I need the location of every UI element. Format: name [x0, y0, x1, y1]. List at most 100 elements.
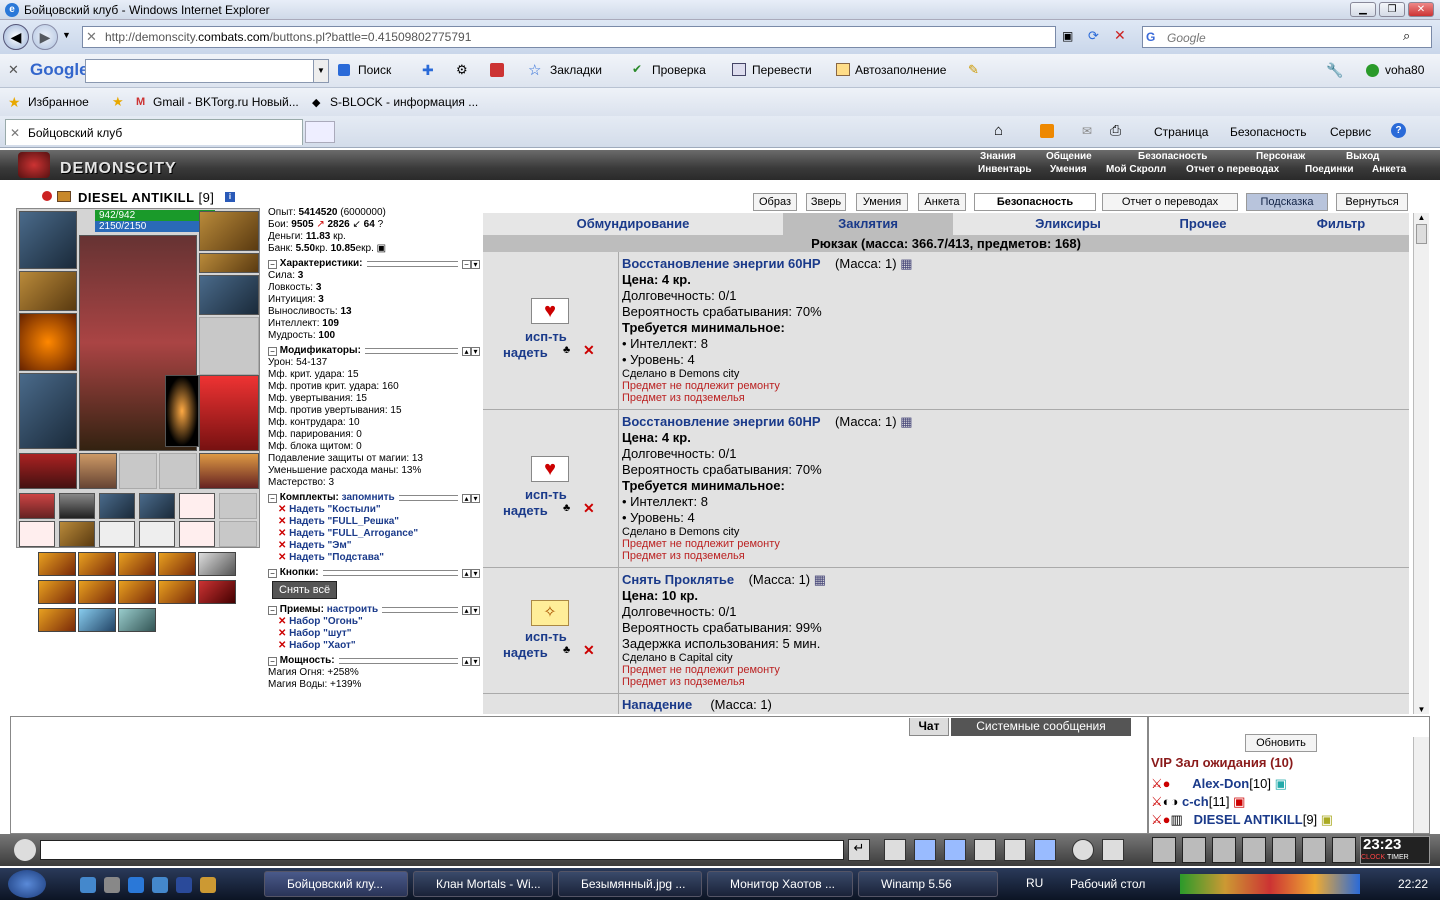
taskbar-item[interactable]: Winamp 5.56 [858, 871, 998, 897]
amulet-slot[interactable] [79, 453, 117, 489]
menu-character[interactable]: Персонаж [1256, 151, 1305, 163]
scroll-slot-4[interactable] [139, 493, 175, 519]
tab-filter[interactable]: Фильтр [1273, 213, 1409, 235]
compat-view-icon[interactable]: ▣ [1062, 29, 1073, 43]
save-icon[interactable] [944, 839, 966, 861]
info-icon[interactable]: ▣ [1321, 812, 1333, 827]
favorite-link-sblock[interactable]: S-BLOCK - информация ... [330, 95, 478, 109]
info-icon[interactable]: i [225, 192, 235, 202]
home-icon[interactable]: ⌂ [994, 122, 1003, 139]
word-icon[interactable] [176, 877, 192, 893]
mask-icon[interactable] [1212, 837, 1236, 863]
skill-icon[interactable] [118, 608, 156, 632]
clear-icon[interactable] [884, 839, 906, 861]
hint-button[interactable]: Подсказка [1246, 193, 1328, 211]
shirt-icon[interactable]: ♣ [563, 502, 570, 514]
gloves-slot[interactable] [199, 275, 259, 315]
delete-icon[interactable]: ✕ [583, 500, 595, 517]
close-toolbar-icon[interactable]: ✕ [8, 62, 19, 78]
remember-set-link[interactable]: запомнить [342, 492, 395, 504]
refresh-button[interactable]: Обновить [1245, 734, 1317, 752]
skill-icon[interactable] [198, 580, 236, 604]
scroll-up-icon[interactable]: ▲ [1414, 213, 1429, 222]
translate-button[interactable]: Перевести [752, 63, 812, 77]
mail-icon[interactable]: ✉ [1082, 124, 1092, 138]
info-icon[interactable]: ▣ [1275, 776, 1287, 791]
bookmarks-button[interactable]: Закладки [550, 63, 602, 77]
online-scrollbar[interactable] [1413, 737, 1429, 833]
section-power[interactable]: − Мощность: ▴ ▾ [268, 655, 480, 667]
ie-quicklaunch-icon[interactable] [128, 877, 144, 893]
help-icon[interactable]: ? [1391, 123, 1406, 138]
shirt-icon[interactable]: ♣ [563, 644, 570, 656]
skill-icon[interactable] [158, 580, 196, 604]
add-favorite-icon[interactable]: ★ [112, 94, 124, 110]
empty-slot-2[interactable] [159, 453, 197, 489]
pet-button[interactable]: Зверь [806, 193, 846, 211]
transfer-report-button[interactable]: Отчет о переводах [1102, 193, 1238, 211]
favorite-link-gmail[interactable]: Gmail - BKTorg.ru Новый... [153, 95, 299, 109]
section-modifiers[interactable]: − Модификаторы: ▴ ▾ [268, 345, 480, 357]
bracers-slot[interactable] [19, 271, 77, 311]
forward-button[interactable]: ▶ [32, 24, 58, 50]
menu-exit[interactable]: Выход [1346, 151, 1379, 163]
search-box[interactable]: Google [1142, 26, 1432, 48]
history-dropdown-icon[interactable]: ▼ [62, 30, 71, 40]
wear-link[interactable]: надеть [503, 503, 548, 518]
skill-icon[interactable] [198, 552, 236, 576]
scroll-slot-6[interactable] [219, 493, 257, 519]
refresh-icon[interactable]: ⟳ [1088, 28, 1099, 44]
item-name[interactable]: Восстановление энергии 60HP [622, 414, 821, 429]
menu-skills[interactable]: Умения [1050, 164, 1087, 176]
menu-inventory[interactable]: Инвентарь [978, 164, 1032, 176]
google-user[interactable]: voha80 [1385, 63, 1424, 77]
autofill-button[interactable]: Автозаполнение [855, 63, 946, 77]
menu-transfer-report[interactable]: Отчет о переводах [1186, 164, 1279, 176]
skill-icon[interactable] [78, 580, 116, 604]
trick-set-link[interactable]: ✕ Набор "шут" [278, 628, 480, 640]
chat-input[interactable] [40, 840, 844, 860]
maximize-button[interactable]: ❐ [1379, 2, 1405, 17]
back-button[interactable]: ◀ [3, 24, 29, 50]
new-tab-button[interactable] [305, 121, 335, 143]
player-row[interactable]: ⚔◐◑ c-ch[11] ▣ [1151, 793, 1411, 811]
flag-icon[interactable] [1302, 837, 1326, 863]
delete-icon[interactable]: ✕ [583, 642, 595, 659]
menu-knowledge[interactable]: Знания [980, 151, 1016, 163]
language-indicator[interactable]: RU [1026, 876, 1043, 890]
item-name[interactable]: Снять Проклятье [622, 572, 734, 587]
highlight-icon[interactable]: ✎ [968, 62, 979, 78]
skill-icon[interactable] [38, 608, 76, 632]
player-row[interactable]: ⚔●▥ DIESEL ANTIKILL[9] ▣ [1151, 811, 1411, 829]
close-button[interactable]: ✕ [1408, 2, 1434, 17]
menu-duels[interactable]: Поединки [1305, 164, 1354, 176]
set-link[interactable]: ✕ Надеть "FULL_Arrogance" [278, 528, 480, 540]
send-icon[interactable]: ↵ [848, 839, 870, 861]
lock-icon[interactable] [1272, 837, 1296, 863]
print-icon[interactable]: ⎙ [1110, 122, 1121, 139]
settings-icon[interactable]: ⚙ [456, 62, 468, 78]
skills-button[interactable]: Умения [856, 193, 908, 211]
rings-slot[interactable] [199, 253, 259, 273]
feeds-icon[interactable] [1040, 124, 1054, 138]
weapon-slot[interactable] [19, 313, 77, 371]
page-menu[interactable]: Страница [1154, 125, 1208, 139]
shirt-icon[interactable]: ♣ [563, 344, 570, 356]
armor-slot[interactable] [19, 373, 77, 449]
menu-security[interactable]: Безопасность [1138, 151, 1207, 163]
settings-icon[interactable] [1102, 839, 1124, 861]
set-link[interactable]: ✕ Надеть "Костыли" [278, 504, 480, 516]
earrings-slot[interactable] [199, 211, 259, 251]
skill-icon[interactable] [38, 552, 76, 576]
group-icon[interactable] [1242, 837, 1266, 863]
scroll-slot-12[interactable] [219, 521, 257, 547]
scroll-slot-1[interactable] [19, 493, 55, 519]
section-characteristics[interactable]: − Характеристики: − ▾ [268, 258, 480, 270]
tools-menu[interactable]: Сервис [1330, 125, 1371, 139]
google-search-button[interactable]: Поиск [358, 63, 391, 77]
start-button[interactable] [8, 870, 46, 898]
taskbar-item[interactable]: Монитор Хаотов ... [707, 871, 853, 897]
chat-area[interactable]: Чат Системные сообщения [10, 716, 1148, 834]
translit-icon[interactable] [1004, 839, 1026, 861]
scroll-down-icon[interactable]: ▼ [1414, 705, 1429, 714]
